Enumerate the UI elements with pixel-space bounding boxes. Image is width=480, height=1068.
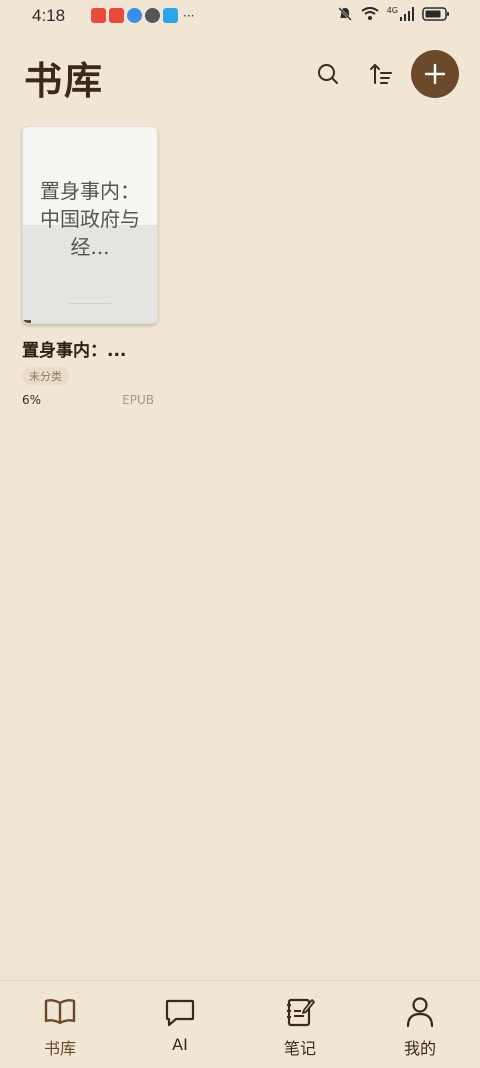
search-icon: [318, 64, 338, 84]
plus-icon: [424, 63, 446, 85]
nav-tab-me[interactable]: 我的: [380, 995, 460, 1059]
reading-progress-bar: [23, 320, 157, 323]
nav-label: 笔记: [283, 1039, 316, 1058]
book-progress-text: 6%: [22, 393, 42, 407]
mute-bell-icon: [337, 7, 352, 21]
notification-icons: ···: [91, 8, 194, 23]
add-book-button[interactable]: [411, 50, 459, 98]
signal-icon: [400, 7, 414, 21]
reading-progress-fill: [23, 320, 32, 323]
nav-tab-notes[interactable]: 笔记: [260, 995, 340, 1059]
status-time: 4:18: [32, 6, 66, 25]
book-meta: 6% EPUB: [22, 393, 154, 407]
sort-icon: [370, 64, 392, 84]
user-icon: [406, 997, 434, 1028]
more-notifications-indicator: ···: [183, 8, 195, 23]
nav-label: AI: [172, 1035, 188, 1054]
nav-label: 我的: [403, 1039, 436, 1058]
system-status-icons: 4G: [337, 6, 450, 22]
chat-bubble-icon: [165, 999, 195, 1027]
bottom-nav: 书库 AI 笔记 我的: [0, 980, 480, 1068]
cover-divider: [69, 303, 111, 304]
notebook-pen-icon: [287, 998, 315, 1027]
status-bar: 4:18 ··· 4G: [0, 0, 480, 32]
wifi-icon: [361, 7, 379, 20]
book-cover[interactable]: 置身事内：中国政府与经...: [22, 126, 158, 324]
nav-tab-ai[interactable]: AI: [140, 995, 220, 1054]
nav-tab-library[interactable]: 书库: [20, 995, 100, 1059]
book-category-badge: 未分类: [22, 367, 69, 385]
browser-notification-icon: [127, 8, 142, 23]
book-card[interactable]: 置身事内：中国政府与经... 置身事内：... 未分类 6% EPUB: [22, 126, 158, 407]
search-button[interactable]: [310, 56, 346, 92]
app-notification-icon: [109, 8, 124, 23]
book-format: EPUB: [122, 393, 154, 407]
book-title: 置身事内：...: [22, 341, 127, 361]
book-open-icon: [44, 999, 76, 1025]
search-app-notification-icon: [163, 8, 178, 23]
network-type: 4G: [386, 5, 398, 15]
nav-label: 书库: [43, 1039, 76, 1058]
battery-icon: [422, 7, 449, 21]
wechat-notification-icon: [145, 8, 160, 23]
app-notification-icon: [91, 8, 106, 23]
book-cover-title: 置身事内：中国政府与经...: [40, 179, 140, 259]
page-title: 书库: [24, 59, 105, 103]
sort-button[interactable]: [363, 56, 399, 92]
